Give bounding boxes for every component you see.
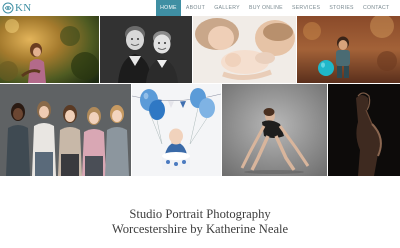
dancer-pose-photo[interactable] <box>222 84 327 176</box>
logo-swirl-icon <box>2 2 14 14</box>
nav-stories[interactable]: Stories <box>325 0 359 16</box>
nav-contact[interactable]: Contact <box>358 0 394 16</box>
toddler-with-balloon-photo[interactable] <box>297 16 400 83</box>
maternity-silhouette-photo[interactable] <box>328 84 400 176</box>
girl-in-autumn-woodland-photo[interactable] <box>0 16 99 83</box>
headline-line-1: Studio Portrait Photography <box>129 207 271 221</box>
page-headline: Studio Portrait Photography Worcestershi… <box>0 207 400 237</box>
site-header: KN Home About Gallery Buy Online Service… <box>0 0 400 16</box>
first-birthday-cake-smash-photo[interactable] <box>132 84 221 176</box>
nav-services[interactable]: Services <box>287 0 324 16</box>
main-nav: Home About Gallery Buy Online Services S… <box>155 0 394 16</box>
two-brothers-black-and-white-photo[interactable] <box>100 16 192 83</box>
headline-line-2: Worcestershire by Katherine Neale <box>111 222 289 236</box>
newborn-with-parents-photo[interactable] <box>193 16 296 83</box>
nav-home[interactable]: Home <box>155 0 182 16</box>
photo-gallery <box>0 16 400 176</box>
five-girls-group-photo[interactable] <box>0 84 131 176</box>
nav-about[interactable]: About <box>181 0 209 16</box>
nav-gallery[interactable]: Gallery <box>210 0 245 16</box>
logo-text: KN <box>15 2 32 14</box>
nav-buy-online[interactable]: Buy Online <box>244 0 287 16</box>
site-logo[interactable]: KN <box>2 1 32 15</box>
